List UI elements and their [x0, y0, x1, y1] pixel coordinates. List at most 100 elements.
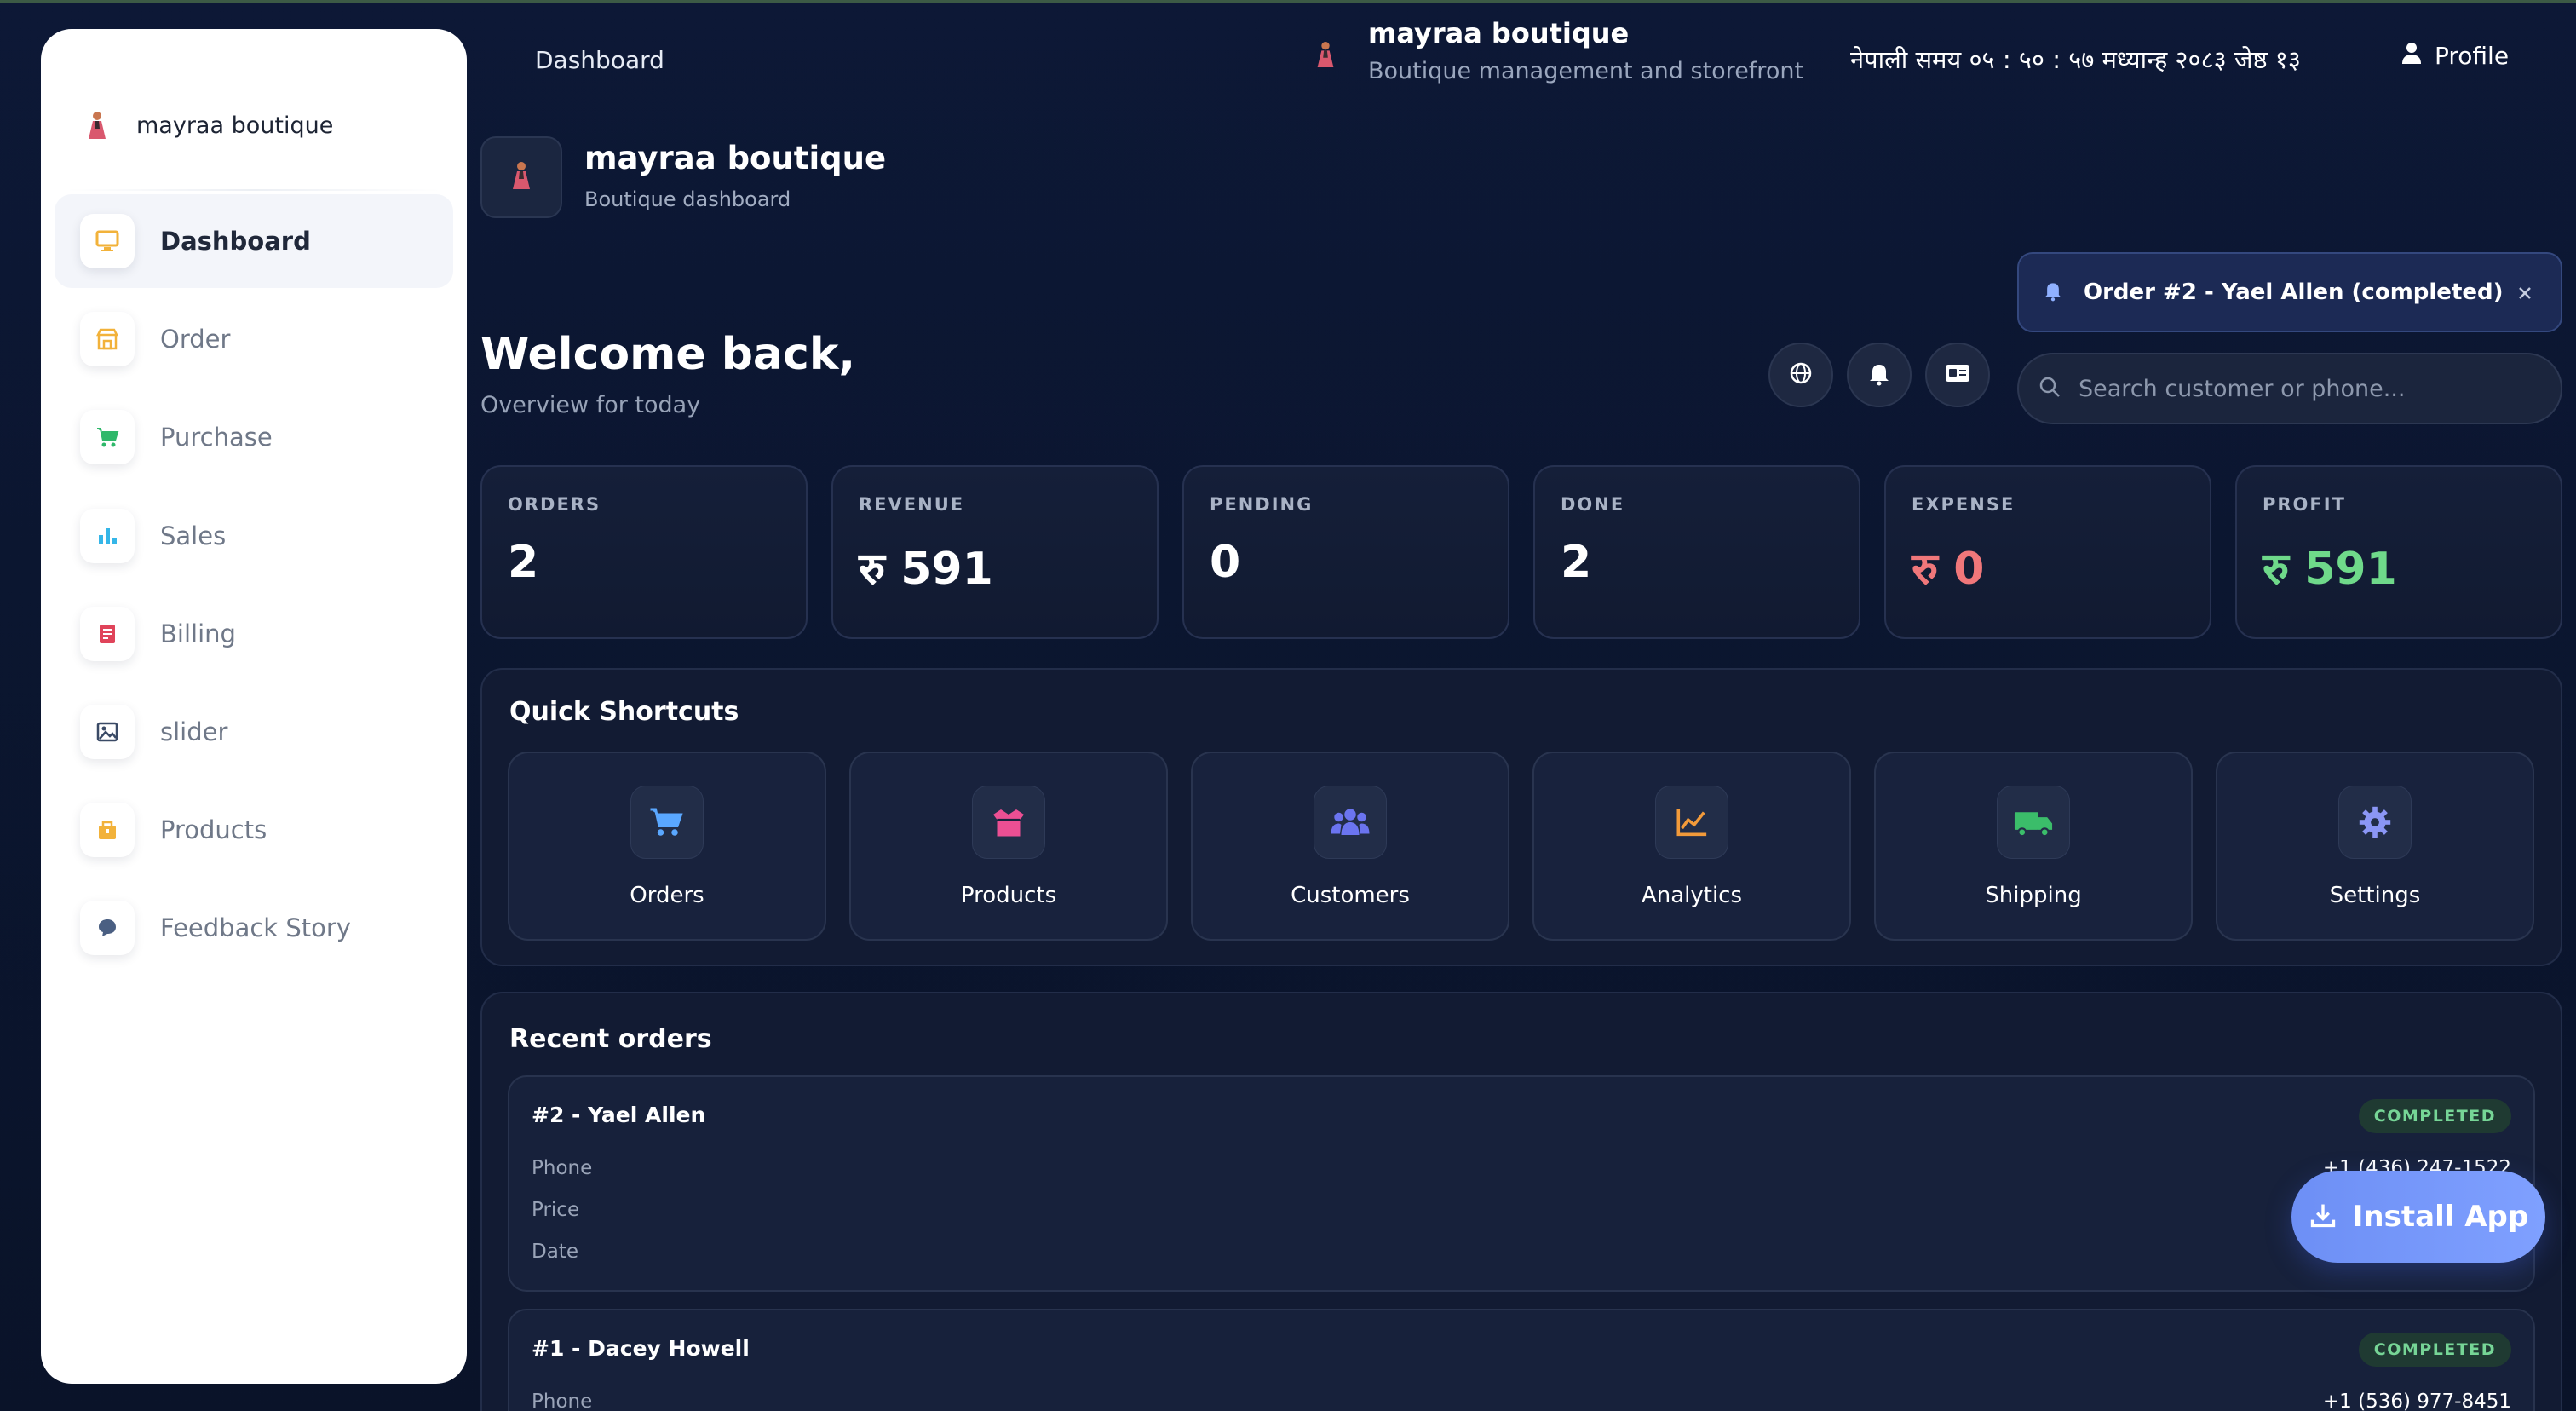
- gear-icon: [2338, 786, 2412, 859]
- welcome-subtitle: Overview for today: [480, 392, 701, 418]
- search-bar: [2017, 353, 2562, 424]
- sidebar-item-feedback-story[interactable]: Feedback Story: [55, 881, 453, 975]
- sidebar-item-label: Purchase: [160, 423, 273, 452]
- shortcut-orders[interactable]: Orders: [508, 752, 826, 941]
- header-brand[interactable]: mayraa boutique Boutique management and …: [1308, 17, 1803, 84]
- quick-shortcuts-panel: Quick Shortcuts Orders Products Customer…: [480, 668, 2562, 966]
- sidebar-item-billing[interactable]: Billing: [55, 587, 453, 681]
- order-price-row: Price: [532, 1199, 2511, 1230]
- header-page-title: Dashboard: [535, 46, 664, 74]
- sidebar-item-dashboard[interactable]: Dashboard: [55, 194, 453, 288]
- download-icon: [2309, 1201, 2337, 1233]
- stat-label: PROFIT: [2263, 494, 2346, 515]
- sidebar-brand-name: mayraa boutique: [136, 112, 334, 139]
- boutique-logo-icon: [1308, 37, 1343, 72]
- cart-icon: [630, 786, 704, 859]
- shortcut-settings[interactable]: Settings: [2216, 752, 2534, 941]
- header-brand-title: mayraa boutique: [1368, 17, 1630, 49]
- order-phone-row: Phone +1 (536) 977-8451: [532, 1391, 2511, 1411]
- search-input[interactable]: [2079, 375, 2539, 402]
- order-date-label: Date: [532, 1241, 578, 1263]
- recent-orders-panel: Recent orders #2 - Yael Allen COMPLETED …: [480, 992, 2562, 1411]
- stat-card-done[interactable]: DONE 2: [1533, 465, 1860, 639]
- sidebar-brand[interactable]: mayraa boutique: [80, 95, 333, 155]
- stat-card-revenue[interactable]: REVENUE रु 591: [831, 465, 1159, 639]
- stat-card-profit[interactable]: PROFIT रु 591: [2235, 465, 2562, 639]
- sidebar-item-products[interactable]: Products: [55, 783, 453, 877]
- sidebar-item-label: Order: [160, 325, 231, 354]
- stat-value: रु 591: [2263, 544, 2397, 595]
- shop-subtitle: Boutique dashboard: [584, 187, 791, 211]
- store-icon: [80, 312, 135, 366]
- bell-icon: [1867, 360, 1891, 389]
- shortcut-label: Shipping: [1985, 883, 2082, 908]
- sidebar-item-label: Dashboard: [160, 227, 311, 256]
- globe-icon: [1788, 360, 1814, 389]
- shortcut-label: Customers: [1291, 883, 1410, 908]
- profile-label: Profile: [2435, 42, 2510, 70]
- chat-icon: [80, 901, 135, 955]
- user-icon: [2401, 41, 2423, 71]
- sidebar-item-sales[interactable]: Sales: [55, 489, 453, 583]
- notifications-button[interactable]: [1847, 343, 1912, 407]
- shop-name: mayraa boutique: [584, 140, 887, 176]
- sidebar: mayraa boutique Dashboard Order Purchase…: [41, 29, 467, 1384]
- bell-icon: [2043, 279, 2063, 305]
- stat-label: PENDING: [1210, 494, 1314, 515]
- sidebar-item-slider[interactable]: slider: [55, 685, 453, 779]
- stat-card-orders[interactable]: ORDERS 2: [480, 465, 808, 639]
- shortcut-analytics[interactable]: Analytics: [1532, 752, 1851, 941]
- monitor-icon: [80, 214, 135, 268]
- stat-value: 2: [1561, 537, 1592, 588]
- stat-label: DONE: [1561, 494, 1625, 515]
- stat-label: EXPENSE: [1912, 494, 2015, 515]
- language-button[interactable]: [1768, 343, 1833, 407]
- sidebar-item-label: slider: [160, 717, 228, 746]
- stat-card-pending[interactable]: PENDING 0: [1182, 465, 1509, 639]
- panel-title: Quick Shortcuts: [509, 697, 739, 727]
- stat-value: रु 0: [1912, 544, 1985, 595]
- order-card[interactable]: #2 - Yael Allen COMPLETED Phone +1 (436)…: [508, 1075, 2535, 1292]
- install-app-button[interactable]: Install App: [2291, 1171, 2545, 1263]
- top-accent-line: [0, 0, 2576, 3]
- cart-icon: [80, 410, 135, 464]
- line-chart-icon: [1655, 786, 1728, 859]
- shortcut-customers[interactable]: Customers: [1191, 752, 1509, 941]
- header-brand-subtitle: Boutique management and storefront: [1368, 58, 1804, 84]
- id-card-icon: [1944, 362, 1971, 388]
- profile-button[interactable]: Profile: [2401, 41, 2509, 71]
- shortcut-label: Settings: [2329, 883, 2421, 908]
- bar-chart-icon: [80, 509, 135, 563]
- image-icon: [80, 705, 135, 759]
- stat-card-expense[interactable]: EXPENSE रु 0: [1884, 465, 2211, 639]
- search-icon: [2038, 375, 2061, 402]
- order-phone-label: Phone: [532, 1157, 593, 1179]
- shop-logo: [480, 136, 562, 218]
- shortcut-products[interactable]: Products: [849, 752, 1168, 941]
- shortcut-shipping[interactable]: Shipping: [1874, 752, 2193, 941]
- order-phone-row: Phone +1 (436) 247-1522: [532, 1157, 2511, 1188]
- stat-label: REVENUE: [859, 494, 965, 515]
- sidebar-item-order[interactable]: Order: [55, 292, 453, 386]
- shortcut-label: Analytics: [1641, 883, 1743, 908]
- sidebar-item-purchase[interactable]: Purchase: [55, 390, 453, 484]
- shortcut-label: Products: [960, 883, 1057, 908]
- id-card-button[interactable]: [1925, 343, 1990, 407]
- close-icon[interactable]: [2510, 278, 2540, 308]
- order-price-label: Price: [532, 1199, 580, 1221]
- order-title: #2 - Yael Allen: [532, 1103, 706, 1127]
- welcome-title: Welcome back,: [480, 329, 856, 380]
- stat-value: 0: [1210, 537, 1241, 588]
- sidebar-item-label: Feedback Story: [160, 913, 351, 942]
- order-title: #1 - Dacey Howell: [532, 1336, 750, 1361]
- notification-text: Order #2 - Yael Allen (completed): [2084, 279, 2504, 305]
- truck-icon: [1997, 786, 2070, 859]
- panel-title: Recent orders: [509, 1024, 712, 1054]
- receipt-icon: [80, 607, 135, 661]
- status-badge: COMPLETED: [2358, 1099, 2511, 1133]
- install-app-label: Install App: [2352, 1200, 2529, 1234]
- order-phone-value: +1 (536) 977-8451: [2322, 1391, 2511, 1411]
- sidebar-divider: [66, 189, 441, 191]
- notification-toast[interactable]: Order #2 - Yael Allen (completed): [2017, 252, 2562, 332]
- order-card[interactable]: #1 - Dacey Howell COMPLETED Phone +1 (53…: [508, 1309, 2535, 1411]
